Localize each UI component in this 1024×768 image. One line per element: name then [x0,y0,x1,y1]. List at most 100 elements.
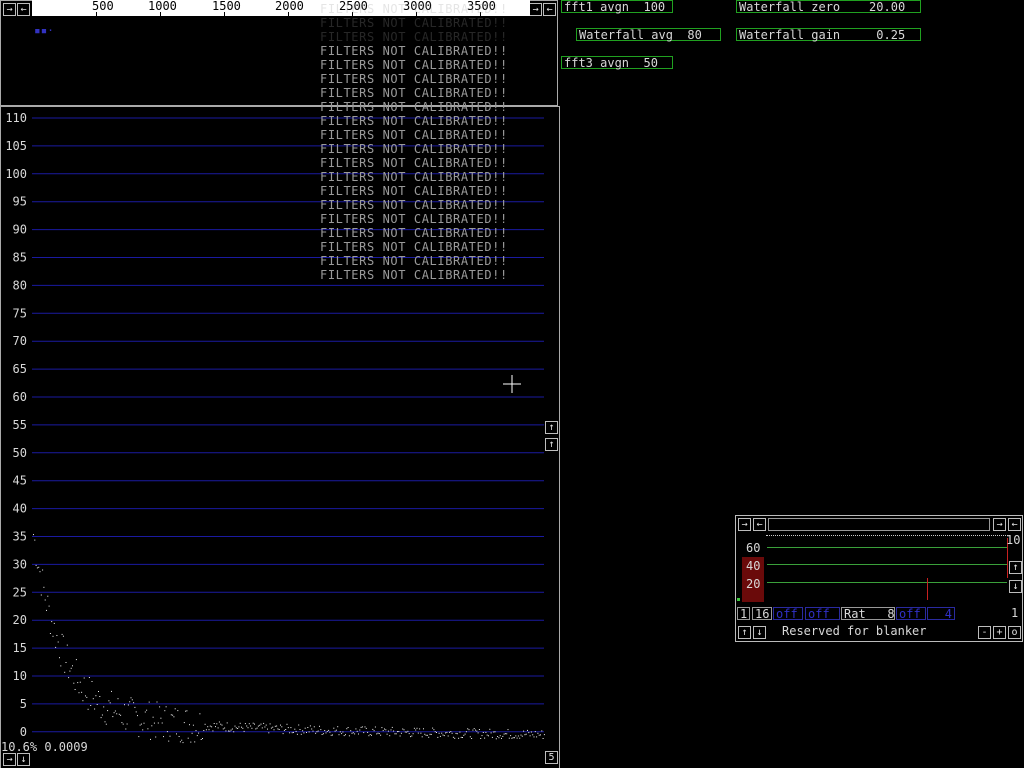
spectrum-point [178,736,180,737]
spectrum-point [425,734,427,736]
spectrum-point [519,737,521,739]
scroll-right-icon[interactable]: → [3,753,16,766]
spectrum-point [40,594,42,596]
blanker-scrollbar[interactable] [768,518,990,531]
y-axis-label: 90 [13,223,27,237]
waterfall-zero-field[interactable]: Waterfall zero 20.00 [736,0,921,14]
y-axis-label: 45 [13,474,27,488]
spectrum-point [283,729,285,731]
spectrum-point [85,695,86,697]
spectrum-point [308,731,310,733]
spectrum-point [144,711,146,713]
spectrum-point [449,731,450,733]
spectrum-point [400,732,402,734]
spectrum-point [189,724,190,726]
field-1[interactable]: 1 [737,607,750,621]
spectrum-point [216,723,218,725]
y-axis-label: 50 [13,446,27,460]
rat-field[interactable]: Rat 8 [841,607,895,621]
spectrum-point [498,737,500,739]
spectrum-point [397,731,398,733]
scroll-down-icon[interactable]: ↑ [545,438,558,451]
spectrum-point [220,723,222,725]
spectrum-point [79,681,81,683]
spectrum-point [208,729,210,731]
spectrum-point [230,729,232,731]
scroll-up-icon[interactable]: ↑ [545,421,558,434]
spectrum-point [81,691,83,693]
scroll-right-icon[interactable]: → [738,518,751,531]
spectrum-point [190,741,192,743]
spectrum-point [153,722,155,724]
scroll-up-icon[interactable]: ↑ [1009,561,1022,574]
filters-warning-line: FILTERS NOT CALIBRATED!! [320,240,508,254]
scroll-left-icon[interactable]: ← [543,3,556,16]
scroll-right-icon[interactable]: → [529,3,542,16]
spectrum-point [419,728,421,730]
spectrum-point [420,732,422,734]
field-4[interactable]: 4 [927,607,955,621]
spectrum-point [156,701,158,703]
scroll-left-icon[interactable]: ← [1008,518,1021,531]
spectrum-point [395,733,397,735]
spectrum-point [524,734,526,736]
scroll-left-icon[interactable]: ← [753,518,766,531]
o-button[interactable]: o [1008,626,1021,639]
scroll-down-icon[interactable]: ↓ [753,626,766,639]
threshold-line [767,547,1007,548]
spectrum-point [517,735,519,737]
spectrum-point [356,730,358,732]
spectrum-point [255,728,257,730]
filters-warning-line: FILTERS NOT CALIBRATED!! [320,198,508,212]
field-off[interactable]: off [773,607,803,621]
spectrum-point [346,728,348,730]
y-axis-label: 25 [13,585,27,599]
scroll-up-icon[interactable]: ↑ [738,626,751,639]
spectrum-point [142,729,144,731]
y-axis-label: 100 [5,167,27,181]
spectrum-point [176,733,177,735]
scroll-down-icon[interactable]: ↓ [17,753,30,766]
spectrum-point [127,704,129,706]
plus-button[interactable]: + [993,626,1006,639]
spectrum-point [434,731,436,733]
scroll-down-icon[interactable]: ↓ [1009,580,1022,593]
spectrum-point [237,728,239,729]
filters-warning-line: FILTERS NOT CALIBRATED!! [320,30,508,44]
spectrum-point [52,635,54,637]
spectrum-point [207,726,209,728]
waterfall-avg-field[interactable]: Waterfall avg 80 [576,28,721,42]
spectrum-point [320,729,322,731]
page-button[interactable]: 5 [545,751,558,764]
y-axis-label: 30 [13,557,27,571]
spectrum-point [73,682,75,684]
field-off[interactable]: off [896,607,926,621]
filters-warning-line: FILTERS NOT CALIBRATED!! [320,184,508,198]
spectrum-point [354,733,356,735]
spectrum-point [527,729,528,731]
waterfall-gain-field[interactable]: Waterfall gain 0.25 [736,28,921,42]
scroll-right-icon[interactable]: → [993,518,1006,531]
filters-warning-line: FILTERS NOT CALIBRATED!! [320,72,508,86]
filters-warning-line: FILTERS NOT CALIBRATED!! [320,16,508,30]
spectrum-point [107,710,109,712]
spectrum-point [402,728,404,730]
fft1-avgn-field[interactable]: fft1 avgn 100 [561,0,673,14]
spectrum-point [368,735,370,737]
spectrum-point [404,731,406,733]
spectrum-point [345,734,346,736]
field-off[interactable]: off [805,607,840,621]
spectrum-point [312,730,314,732]
spectrum-point [187,737,189,739]
spectrum-point [209,725,211,727]
spectrum-point [529,735,531,737]
fft3-avgn-field[interactable]: fft3 avgn 50 [561,56,673,70]
scroll-left-icon[interactable]: ← [17,3,30,16]
field-16[interactable]: 16 [752,607,772,621]
y-axis-label: 105 [5,139,27,153]
minus-button[interactable]: - [978,626,991,639]
scroll-right-icon[interactable]: → [3,3,16,16]
spectrum-point [65,662,67,663]
spectrum-point [399,735,401,737]
spectrum-point [53,622,55,624]
